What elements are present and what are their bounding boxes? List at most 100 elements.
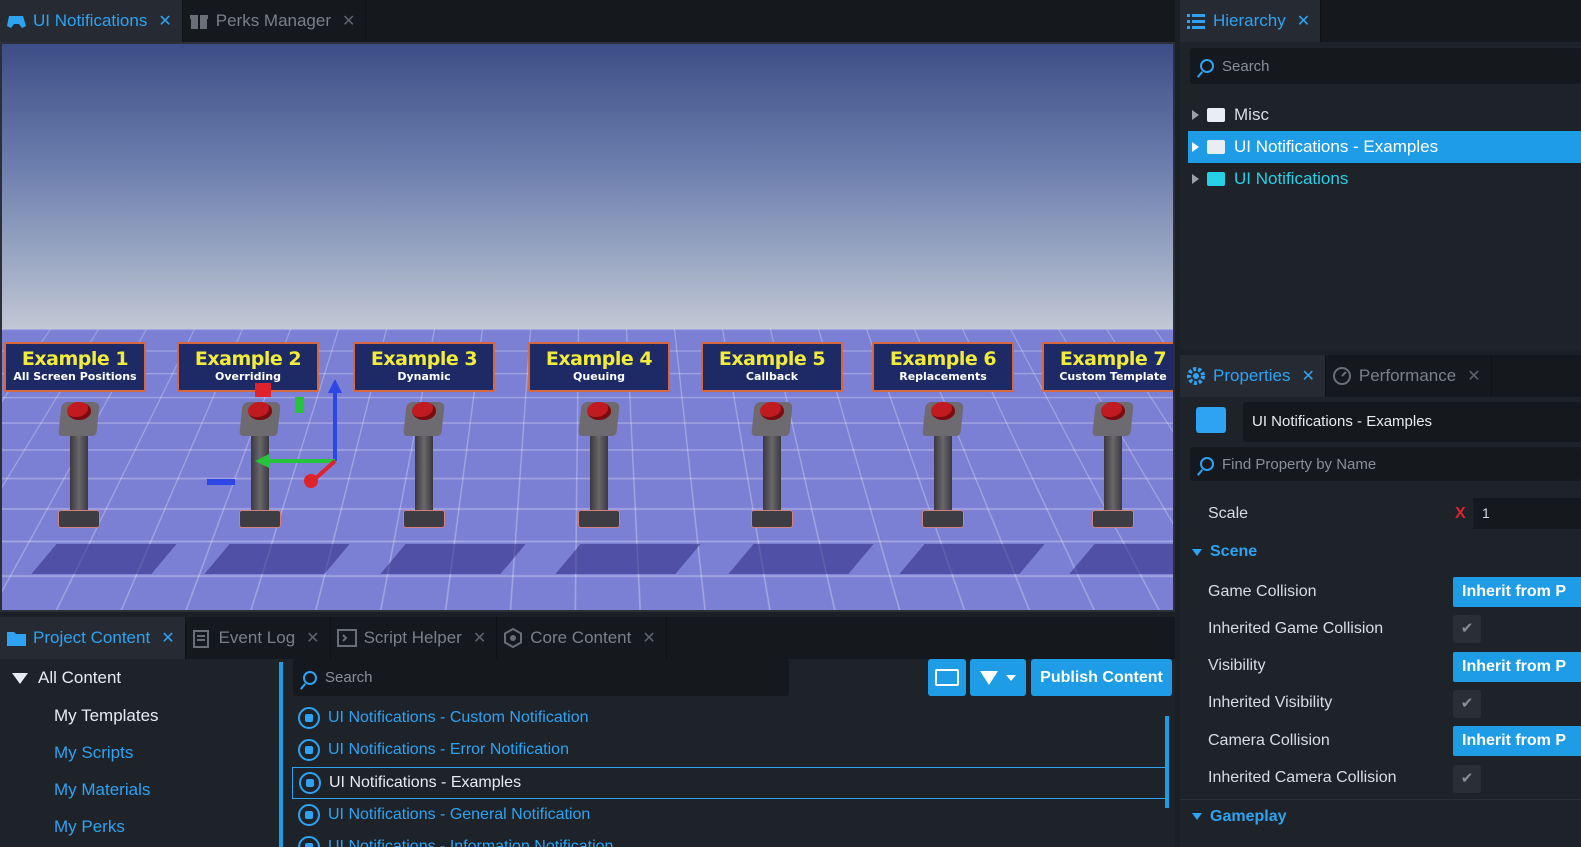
- viewport-tabbar: UI Notifications ✕ Perks Manager ✕: [0, 0, 1175, 42]
- template-icon: [298, 836, 320, 847]
- scene-viewport[interactable]: Example 1 All Screen Positions Example 2 Ov…: [0, 42, 1175, 612]
- expand-arrow-icon[interactable]: [1192, 110, 1199, 120]
- translate-gizmo[interactable]: [207, 379, 347, 499]
- tree-item-all-content[interactable]: All Content: [12, 668, 121, 688]
- button-pedestal[interactable]: [56, 402, 102, 530]
- tab-ui-notifications[interactable]: UI Notifications ✕: [0, 0, 183, 42]
- asset-scrollbar[interactable]: [1165, 716, 1169, 808]
- hierarchy-tabbar: Hierarchy ✕: [1180, 0, 1581, 42]
- example-sign: Example 6 Replacements: [872, 342, 1014, 392]
- publish-content-button[interactable]: Publish Content: [1031, 659, 1172, 696]
- hierarchy-item-ui-notifications-examples[interactable]: UI Notifications - Examples: [1188, 131, 1581, 163]
- button-pedestal[interactable]: [1090, 402, 1136, 530]
- tab-label: Script Helper: [363, 628, 462, 647]
- asset-item[interactable]: UI Notifications - Custom Notification: [292, 702, 1167, 734]
- close-icon[interactable]: ✕: [1297, 11, 1310, 31]
- pedestal-column: [763, 434, 781, 514]
- pedestal-shadow: [31, 544, 177, 574]
- content-search-input[interactable]: Search: [293, 659, 789, 696]
- close-icon[interactable]: ✕: [1467, 366, 1480, 386]
- section-scene[interactable]: Scene: [1180, 535, 1581, 569]
- asset-label: UI Notifications - General Notification: [328, 805, 591, 823]
- tab-perks-manager[interactable]: Perks Manager ✕: [183, 0, 367, 42]
- tree-item-my-materials[interactable]: My Materials: [54, 780, 150, 800]
- sign-title: Example 5: [718, 348, 826, 370]
- button-pedestal[interactable]: [749, 402, 795, 530]
- scale-input[interactable]: 1: [1473, 498, 1581, 529]
- asset-item[interactable]: UI Notifications - General Notification: [292, 799, 1167, 831]
- tab-script-helper[interactable]: Script Helper ✕: [331, 617, 498, 659]
- red-button[interactable]: [1101, 402, 1125, 420]
- template-icon: [298, 739, 320, 762]
- red-button[interactable]: [587, 402, 611, 420]
- pedestal-shadow: [555, 544, 701, 574]
- tab-core-content[interactable]: Core Content ✕: [497, 617, 667, 659]
- red-button[interactable]: [931, 402, 955, 420]
- close-icon[interactable]: ✕: [161, 628, 174, 648]
- property-row: Camera Collision Inherit from P: [1180, 722, 1581, 759]
- pedestal-base: [403, 510, 445, 528]
- red-button[interactable]: [67, 402, 91, 420]
- splitter-handle[interactable]: [279, 662, 283, 847]
- sign-subtitle: Dynamic: [397, 370, 451, 383]
- pedestal-shadow: [899, 544, 1045, 574]
- collapse-arrow-icon: [1192, 548, 1202, 556]
- pedestal-base: [922, 510, 964, 528]
- example-sign: Example 7 Custom Template: [1042, 342, 1173, 392]
- close-icon[interactable]: ✕: [158, 11, 171, 31]
- red-button[interactable]: [412, 402, 436, 420]
- tree-item-my-scripts[interactable]: My Scripts: [54, 743, 133, 763]
- checkbox[interactable]: ✔: [1453, 689, 1481, 718]
- property-label: Inherited Camera Collision: [1208, 769, 1397, 786]
- inherit-dropdown[interactable]: Inherit from P: [1453, 726, 1581, 757]
- tree-item-my-templates[interactable]: My Templates: [54, 706, 159, 726]
- template-icon: [298, 707, 320, 729]
- filter-button[interactable]: [970, 659, 1026, 696]
- reset-x-button[interactable]: X: [1455, 505, 1466, 523]
- pedestal-column: [415, 434, 433, 514]
- tab-label: Core Content: [530, 628, 632, 647]
- checkbox[interactable]: ✔: [1453, 764, 1481, 793]
- hierarchy-item-ui-notifications[interactable]: UI Notifications: [1188, 163, 1581, 195]
- item-label: Misc: [1234, 105, 1269, 124]
- sign-subtitle: Callback: [745, 370, 799, 383]
- property-search-input[interactable]: Find Property by Name: [1190, 447, 1581, 481]
- properties-panel: Properties ✕ Performance ✕ UI Notificati…: [1180, 355, 1581, 847]
- button-pedestal[interactable]: [576, 402, 622, 530]
- tab-label: Project Content: [33, 628, 151, 647]
- expand-arrow-icon[interactable]: [1192, 174, 1199, 184]
- asset-item[interactable]: UI Notifications - Error Notification: [292, 734, 1167, 766]
- asset-item[interactable]: UI Notifications - Information Notificat…: [292, 831, 1167, 847]
- inherit-dropdown[interactable]: Inherit from P: [1453, 577, 1581, 607]
- gift-icon: [189, 11, 209, 31]
- open-folder-button[interactable]: [928, 659, 966, 696]
- sign-title: Example 4: [545, 348, 653, 370]
- hierarchy-search-input[interactable]: Search: [1190, 48, 1581, 84]
- hierarchy-panel: Hierarchy ✕ Search Misc UI Notifications…: [1180, 0, 1581, 350]
- button-pedestal[interactable]: [920, 402, 966, 530]
- button-pedestal[interactable]: [401, 402, 447, 530]
- close-icon[interactable]: ✕: [473, 628, 486, 648]
- close-icon[interactable]: ✕: [642, 628, 655, 648]
- search-icon: [303, 670, 317, 685]
- hierarchy-item-misc[interactable]: Misc: [1188, 99, 1581, 131]
- section-gameplay[interactable]: Gameplay: [1180, 799, 1581, 833]
- pedestal-base: [751, 510, 793, 528]
- tree-item-my-perks[interactable]: My Perks: [54, 817, 125, 837]
- expand-arrow-icon[interactable]: [1192, 142, 1199, 152]
- tab-properties[interactable]: Properties ✕: [1180, 355, 1326, 397]
- asset-item[interactable]: UI Notifications - Examples: [292, 766, 1167, 799]
- gear-icon: [1186, 366, 1206, 386]
- close-icon[interactable]: ✕: [306, 628, 319, 648]
- tab-project-content[interactable]: Project Content ✕: [0, 617, 186, 659]
- checkbox[interactable]: ✔: [1453, 615, 1481, 644]
- tab-performance[interactable]: Performance ✕: [1326, 355, 1492, 397]
- object-name-field[interactable]: UI Notifications - Examples: [1243, 402, 1581, 442]
- close-icon[interactable]: ✕: [342, 11, 355, 31]
- tab-hierarchy[interactable]: Hierarchy ✕: [1180, 0, 1322, 42]
- inherit-dropdown[interactable]: Inherit from P: [1453, 651, 1581, 682]
- close-icon[interactable]: ✕: [1301, 366, 1314, 386]
- red-button[interactable]: [760, 402, 784, 420]
- tab-event-log[interactable]: Event Log ✕: [186, 617, 331, 659]
- pedestal-base: [58, 510, 100, 528]
